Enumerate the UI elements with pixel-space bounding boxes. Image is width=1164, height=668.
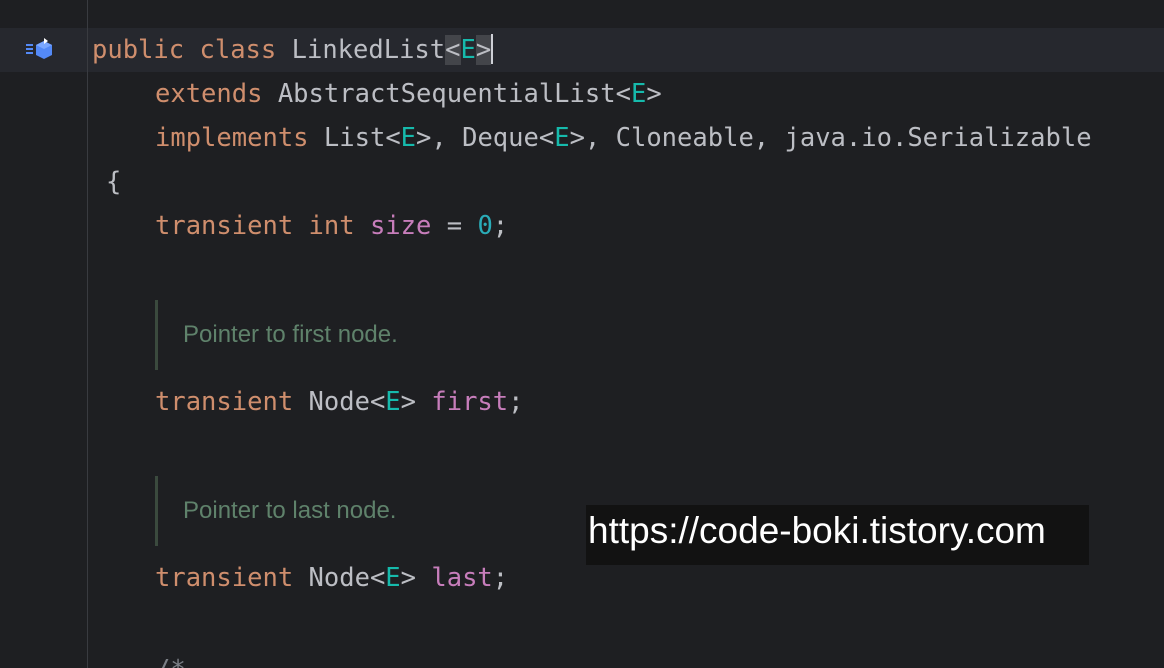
code-line-class-declaration[interactable]: public class LinkedList<E> (92, 28, 494, 72)
code-line-open-brace[interactable]: { (106, 160, 121, 204)
keyword-transient: transient (155, 563, 294, 593)
angle-close: > (400, 563, 432, 593)
text-caret (491, 34, 494, 64)
keyword-transient: transient (155, 387, 294, 417)
doc-text: Pointer to first node. (183, 321, 398, 348)
code-line-implements[interactable]: implements List<E>, Deque<E>, Cloneable,… (155, 116, 1092, 160)
doc-comment-first[interactable]: Pointer to first node. (155, 300, 783, 370)
open-brace: { (106, 167, 122, 197)
field-last: last (431, 563, 493, 593)
angle-open: < (385, 123, 401, 153)
code-editor[interactable]: public class LinkedList<E> extends Abstr… (0, 0, 1164, 668)
type-param: E (460, 35, 476, 65)
number-literal: 0 (477, 211, 493, 241)
gutter-separator (87, 0, 88, 668)
type-param: E (385, 387, 401, 417)
code-line-comment-start[interactable]: /* (155, 648, 186, 668)
doc-text: Pointer to last node. (183, 497, 397, 524)
angle-close: > (646, 79, 662, 109)
type-param: E (385, 563, 401, 593)
implementation-arrow-icon[interactable] (24, 36, 56, 62)
semicolon: ; (508, 387, 524, 417)
type-param: E (630, 79, 647, 109)
watermark-url: https://code-boki.tistory.com (586, 505, 1089, 565)
assign-op: = (431, 211, 478, 241)
angle-open: < (615, 79, 631, 109)
code-line-size-field[interactable]: transient int size = 0; (155, 204, 508, 248)
angle-close: > (400, 387, 432, 417)
bracket-open-highlight: < (445, 35, 461, 65)
type-node: Node< (308, 563, 386, 593)
semicolon: ; (492, 563, 509, 593)
type-param: E (400, 123, 417, 153)
keyword-int: int (308, 211, 355, 241)
code-line-extends[interactable]: extends AbstractSequentialList<E> (155, 72, 662, 116)
bracket-close-highlight: > (475, 35, 492, 65)
superclass-name: AbstractSequentialList (277, 79, 616, 109)
interface-list: List (323, 123, 386, 153)
code-line-first-field[interactable]: transient Node<E> first; (155, 380, 524, 424)
keyword-class: class (199, 35, 277, 65)
semicolon: ; (492, 211, 509, 241)
keyword-transient: transient (155, 211, 294, 241)
type-node: Node< (308, 387, 386, 417)
interface-rest: >, Cloneable, java.io.Serializable (569, 123, 1092, 153)
keyword-extends: extends (155, 79, 263, 109)
interface-deque: >, Deque< (416, 123, 555, 153)
field-size: size (369, 211, 432, 241)
type-param: E (554, 123, 570, 153)
keyword-implements: implements (155, 123, 309, 153)
class-name: LinkedList (291, 35, 446, 65)
keyword-public: public (92, 35, 185, 65)
code-line-last-field[interactable]: transient Node<E> last; (155, 556, 508, 600)
field-first: first (431, 387, 509, 417)
